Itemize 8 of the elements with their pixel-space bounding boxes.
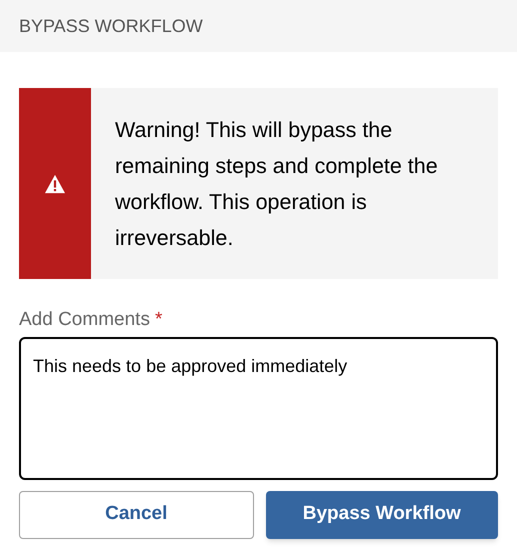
warning-message: Warning! This will bypass the remaining steps and complete the workflow. This operation is irreversable. bbox=[114, 116, 439, 252]
required-mark: * bbox=[154, 308, 162, 332]
comments-label: Add Comments bbox=[19, 308, 150, 332]
cancel-button[interactable]: Cancel bbox=[19, 490, 254, 538]
dialog-title: BYPASS WORKFLOW bbox=[19, 14, 203, 38]
bypass-button[interactable]: Bypass Workflow bbox=[266, 490, 498, 538]
warning-icon bbox=[44, 174, 66, 194]
comments-field[interactable]: This needs to be approved immediately bbox=[19, 336, 498, 480]
